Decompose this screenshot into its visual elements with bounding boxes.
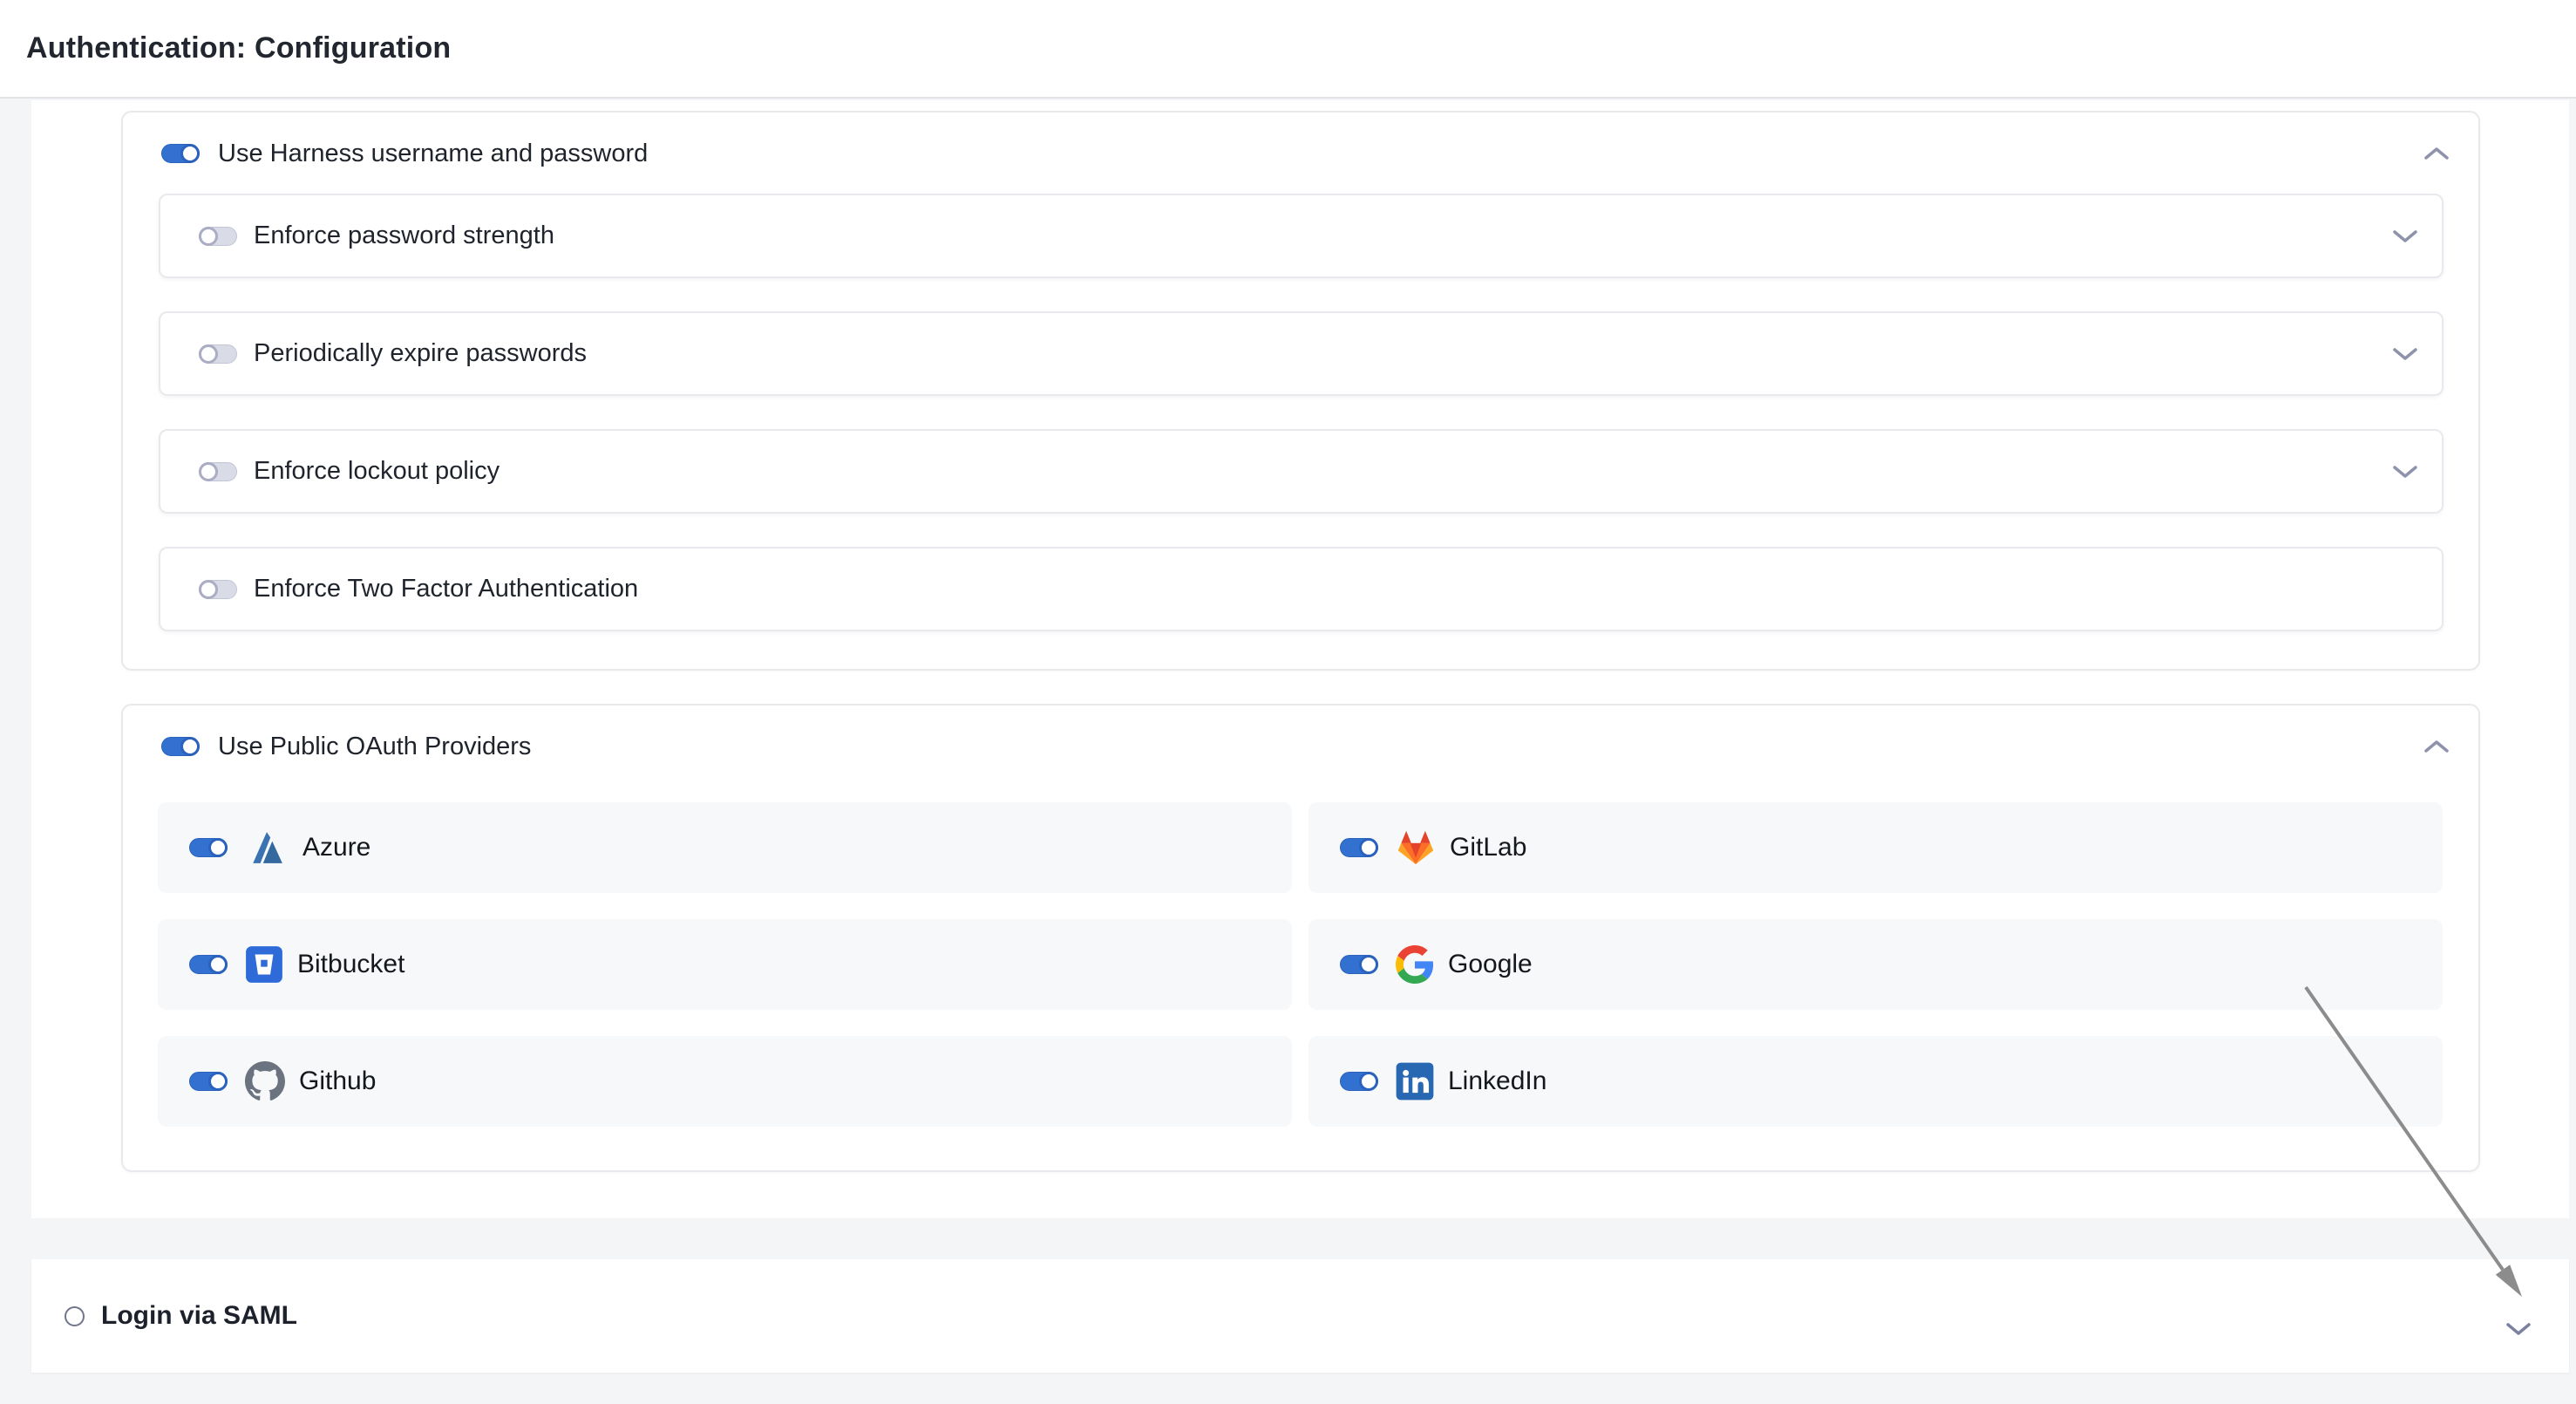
provider-gitlab: GitLab <box>1308 802 2443 893</box>
toggle-knob <box>208 955 228 974</box>
toggle-knob <box>1359 1072 1378 1091</box>
saml-label: Login via SAML <box>101 1301 297 1331</box>
page-title: Authentication: Configuration <box>26 31 451 65</box>
two-factor-toggle[interactable] <box>199 580 237 599</box>
toggle-knob <box>180 737 200 756</box>
bitbucket-toggle[interactable] <box>189 955 228 974</box>
chevron-down-icon[interactable] <box>2391 346 2419 362</box>
provider-label: LinkedIn <box>1448 1067 1546 1096</box>
linkedin-toggle[interactable] <box>1340 1072 1378 1091</box>
toggle-knob <box>199 227 218 246</box>
provider-label: Azure <box>302 833 370 862</box>
section-label: Use Harness username and password <box>218 140 648 168</box>
chevron-down-icon[interactable] <box>2391 464 2419 480</box>
toggle-knob <box>208 838 228 857</box>
section-label: Use Public OAuth Providers <box>218 733 531 761</box>
provider-label: Github <box>299 1067 376 1096</box>
linkedin-icon <box>1396 1062 1434 1101</box>
oauth-providers-toggle[interactable] <box>161 737 200 756</box>
setting-label: Enforce password strength <box>254 222 554 250</box>
google-toggle[interactable] <box>1340 955 1378 974</box>
chevron-down-icon[interactable] <box>2391 228 2419 244</box>
azure-icon <box>245 829 289 866</box>
section-oauth-header: Use Public OAuth Providers <box>123 705 2478 767</box>
setting-label: Enforce lockout policy <box>254 457 500 486</box>
lockout-policy-toggle[interactable] <box>199 462 237 481</box>
chevron-up-icon[interactable] <box>2423 739 2450 754</box>
provider-linkedin: LinkedIn <box>1308 1036 2443 1127</box>
toggle-knob <box>1359 955 1378 974</box>
gitlab-toggle[interactable] <box>1340 838 1378 857</box>
setting-label: Periodically expire passwords <box>254 339 587 368</box>
azure-toggle[interactable] <box>189 838 228 857</box>
github-icon <box>245 1061 285 1101</box>
provider-azure: Azure <box>158 802 1292 893</box>
provider-github: Github <box>158 1036 1292 1127</box>
setting-row-two-factor: Enforce Two Factor Authentication <box>159 547 2443 631</box>
setting-row-password-strength: Enforce password strength <box>159 194 2443 278</box>
provider-bitbucket: Bitbucket <box>158 919 1292 1010</box>
username-password-toggle[interactable] <box>161 144 200 163</box>
toggle-knob <box>199 580 218 599</box>
setting-row-expire-passwords: Periodically expire passwords <box>159 311 2443 396</box>
google-icon <box>1396 945 1434 984</box>
setting-row-lockout-policy: Enforce lockout policy <box>159 429 2443 514</box>
expire-passwords-toggle[interactable] <box>199 344 237 364</box>
section-username-password-header: Use Harness username and password <box>123 112 2478 174</box>
provider-label: GitLab <box>1450 833 1526 862</box>
chevron-up-icon[interactable] <box>2423 146 2450 161</box>
gitlab-icon <box>1396 828 1436 867</box>
provider-label: Bitbucket <box>297 950 404 979</box>
section-oauth-providers: Use Public OAuth Providers Azure <box>121 704 2480 1172</box>
provider-label: Google <box>1448 950 1533 979</box>
toggle-knob <box>180 144 200 163</box>
github-toggle[interactable] <box>189 1072 228 1091</box>
page-header: Authentication: Configuration <box>0 0 2576 99</box>
toggle-knob <box>199 344 218 364</box>
saml-radio[interactable] <box>65 1306 85 1326</box>
password-strength-toggle[interactable] <box>199 227 237 246</box>
toggle-knob <box>199 462 218 481</box>
bitbucket-icon <box>245 944 283 985</box>
toggle-knob <box>208 1072 228 1091</box>
toggle-knob <box>1359 838 1378 857</box>
chevron-down-icon[interactable] <box>2504 1320 2533 1338</box>
section-username-password: Use Harness username and password Enforc… <box>121 111 2480 671</box>
provider-google: Google <box>1308 919 2443 1010</box>
saml-login-row[interactable]: Login via SAML <box>31 1259 2569 1373</box>
oauth-provider-grid: Azure GitLab <box>158 802 2443 1127</box>
setting-label: Enforce Two Factor Authentication <box>254 575 638 603</box>
